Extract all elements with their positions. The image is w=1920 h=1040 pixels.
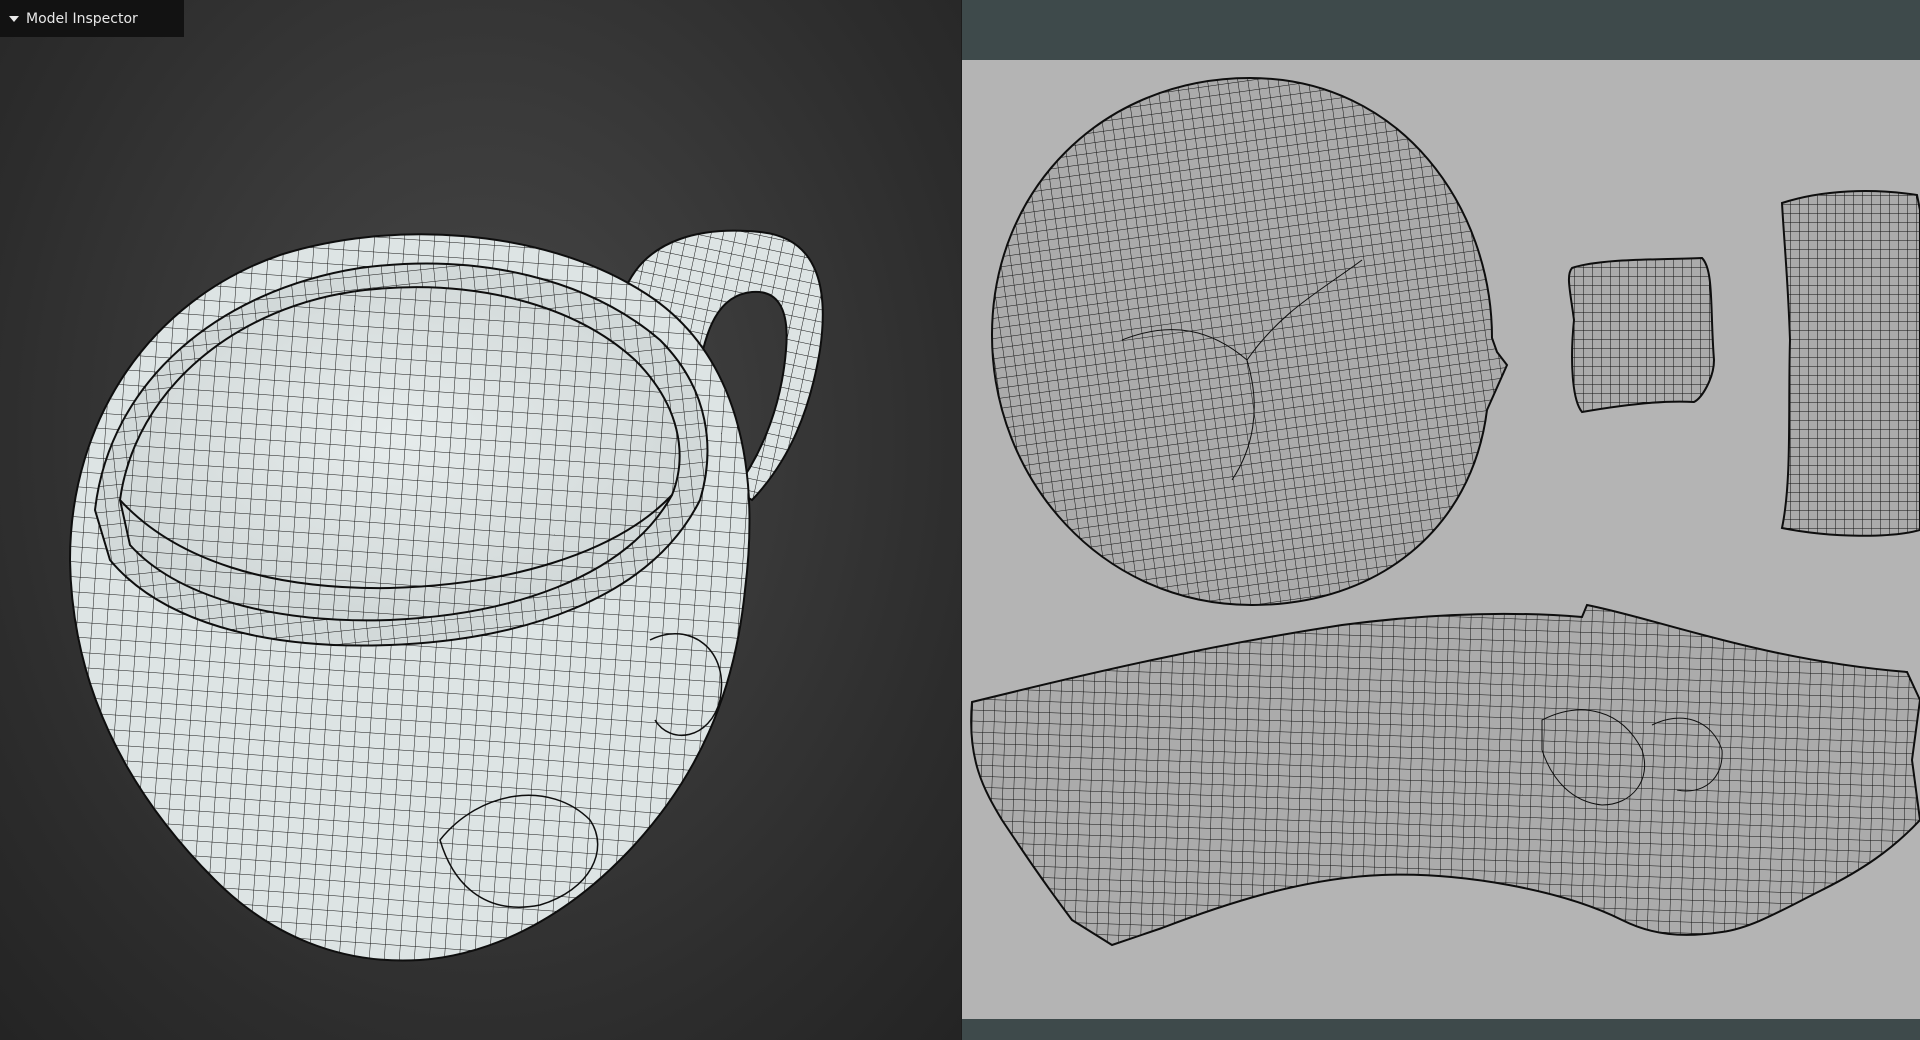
uv-layout[interactable] — [962, 60, 1920, 1019]
cup-mesh-render[interactable] — [0, 0, 961, 1040]
uv-island-strip[interactable] — [1780, 190, 1920, 537]
uv-canvas[interactable] — [962, 60, 1920, 1019]
uv-editor-statusbar — [962, 1019, 1920, 1040]
uv-island-circle[interactable] — [990, 76, 1509, 607]
model-inspector-title: Model Inspector — [26, 10, 138, 27]
uv-island-body[interactable] — [970, 603, 1920, 947]
uv-island-square[interactable] — [1567, 256, 1716, 414]
uv-editor-panel — [962, 0, 1920, 1040]
model-inspector-header[interactable]: Model Inspector — [0, 0, 184, 37]
uv-editor-toolbar — [962, 0, 1920, 60]
app-window: Model Inspector — [0, 0, 1920, 1040]
3d-viewport[interactable]: Model Inspector — [0, 0, 961, 1040]
caret-down-icon[interactable] — [9, 15, 19, 22]
cup-body — [68, 233, 751, 962]
